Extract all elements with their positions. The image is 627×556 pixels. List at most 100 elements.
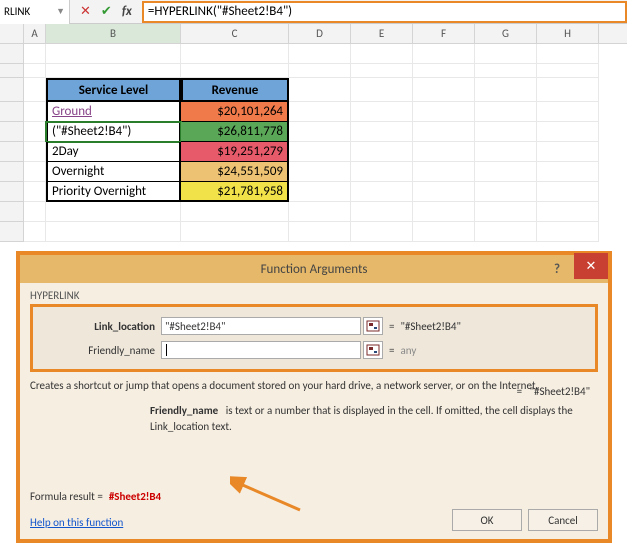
col-header-c[interactable]: C <box>181 24 289 43</box>
cell[interactable] <box>351 78 413 102</box>
cell[interactable] <box>24 64 46 78</box>
cell[interactable] <box>413 222 475 242</box>
cell[interactable] <box>351 122 413 142</box>
fx-icon[interactable]: fx <box>122 4 132 19</box>
table-cell-service-active[interactable]: ("#Sheet2!B4") <box>46 122 181 142</box>
hyperlink-text[interactable]: Ground <box>52 104 92 119</box>
cell[interactable] <box>289 202 351 222</box>
cell[interactable] <box>475 222 537 242</box>
cell[interactable] <box>475 102 537 122</box>
cell[interactable] <box>537 142 599 162</box>
cell[interactable] <box>537 182 599 202</box>
cell[interactable] <box>475 78 537 102</box>
cell[interactable] <box>289 102 351 122</box>
cell[interactable] <box>537 64 599 78</box>
cell[interactable] <box>46 202 181 222</box>
cell[interactable] <box>413 78 475 102</box>
row-header[interactable] <box>0 142 24 162</box>
table-cell-service[interactable]: Overnight <box>46 162 181 182</box>
cell[interactable] <box>181 222 289 242</box>
row-header[interactable] <box>0 78 24 102</box>
cell[interactable] <box>537 44 599 64</box>
cell[interactable] <box>537 222 599 242</box>
cell[interactable] <box>24 182 46 202</box>
table-cell-revenue[interactable]: $21,781,958 <box>181 182 289 202</box>
cell[interactable] <box>46 44 181 64</box>
dialog-close-button[interactable]: ✕ <box>574 253 608 279</box>
cell[interactable] <box>181 202 289 222</box>
cell[interactable] <box>181 44 289 64</box>
worksheet-grid[interactable]: Service Level Revenue Ground $20,101,264… <box>0 44 627 242</box>
cell[interactable] <box>351 202 413 222</box>
cell[interactable] <box>24 122 46 142</box>
cell[interactable] <box>475 202 537 222</box>
cell[interactable] <box>24 102 46 122</box>
cell[interactable] <box>413 202 475 222</box>
table-header-revenue[interactable]: Revenue <box>181 78 289 102</box>
col-header-e[interactable]: E <box>351 24 413 43</box>
col-header-g[interactable]: G <box>475 24 537 43</box>
row-header[interactable] <box>0 162 24 182</box>
cell[interactable] <box>351 102 413 122</box>
cell[interactable] <box>289 64 351 78</box>
cell[interactable] <box>413 122 475 142</box>
ok-button[interactable]: OK <box>452 509 522 531</box>
row-header[interactable] <box>0 64 24 78</box>
cell[interactable] <box>351 162 413 182</box>
cell[interactable] <box>537 122 599 142</box>
table-cell-revenue[interactable]: $19,251,279 <box>181 142 289 162</box>
table-cell-revenue[interactable]: $26,811,778 <box>181 122 289 142</box>
cell[interactable] <box>475 142 537 162</box>
range-picker-icon[interactable] <box>363 317 383 335</box>
cell[interactable] <box>537 78 599 102</box>
col-header-a[interactable]: A <box>24 24 46 43</box>
dialog-help-button[interactable]: ? <box>542 256 572 282</box>
table-header-service[interactable]: Service Level <box>46 78 181 102</box>
cell[interactable] <box>475 182 537 202</box>
cell[interactable] <box>24 142 46 162</box>
table-cell-service[interactable]: Ground <box>46 102 181 122</box>
select-all-corner[interactable] <box>0 24 24 43</box>
table-cell-revenue[interactable]: $24,551,509 <box>181 162 289 182</box>
cell[interactable] <box>413 142 475 162</box>
col-header-f[interactable]: F <box>413 24 475 43</box>
cell[interactable] <box>351 182 413 202</box>
row-header[interactable] <box>0 102 24 122</box>
col-header-d[interactable]: D <box>289 24 351 43</box>
cell[interactable] <box>537 102 599 122</box>
cell[interactable] <box>475 64 537 78</box>
cell[interactable] <box>24 78 46 102</box>
cell[interactable] <box>537 162 599 182</box>
cell[interactable] <box>181 64 289 78</box>
cell[interactable] <box>289 222 351 242</box>
cell[interactable] <box>413 44 475 64</box>
cell[interactable] <box>351 64 413 78</box>
range-picker-icon[interactable] <box>363 341 383 359</box>
cell[interactable] <box>46 222 181 242</box>
col-header-h[interactable]: H <box>537 24 599 43</box>
col-header-b[interactable]: B <box>46 24 181 43</box>
row-header[interactable] <box>0 122 24 142</box>
cell[interactable] <box>24 162 46 182</box>
cell[interactable] <box>413 182 475 202</box>
row-header[interactable] <box>0 222 24 242</box>
arg-input-link-location[interactable]: "#Sheet2!B4" <box>161 317 361 335</box>
cell[interactable] <box>537 202 599 222</box>
cancel-icon[interactable]: ✕ <box>80 4 91 19</box>
table-cell-service[interactable]: 2Day <box>46 142 181 162</box>
name-box-dropdown-icon[interactable]: ▼ <box>56 6 65 17</box>
name-box[interactable]: RLINK ▼ <box>0 0 70 24</box>
cell[interactable] <box>413 162 475 182</box>
cell[interactable] <box>413 102 475 122</box>
row-header[interactable] <box>0 182 24 202</box>
cell[interactable] <box>289 142 351 162</box>
row-header[interactable] <box>0 44 24 64</box>
cell[interactable] <box>289 78 351 102</box>
cell[interactable] <box>24 222 46 242</box>
help-link[interactable]: Help on this function <box>30 516 123 529</box>
cell[interactable] <box>413 64 475 78</box>
arg-input-friendly-name[interactable] <box>161 341 361 359</box>
row-header[interactable] <box>0 202 24 222</box>
cell[interactable] <box>351 142 413 162</box>
table-cell-revenue[interactable]: $20,101,264 <box>181 102 289 122</box>
